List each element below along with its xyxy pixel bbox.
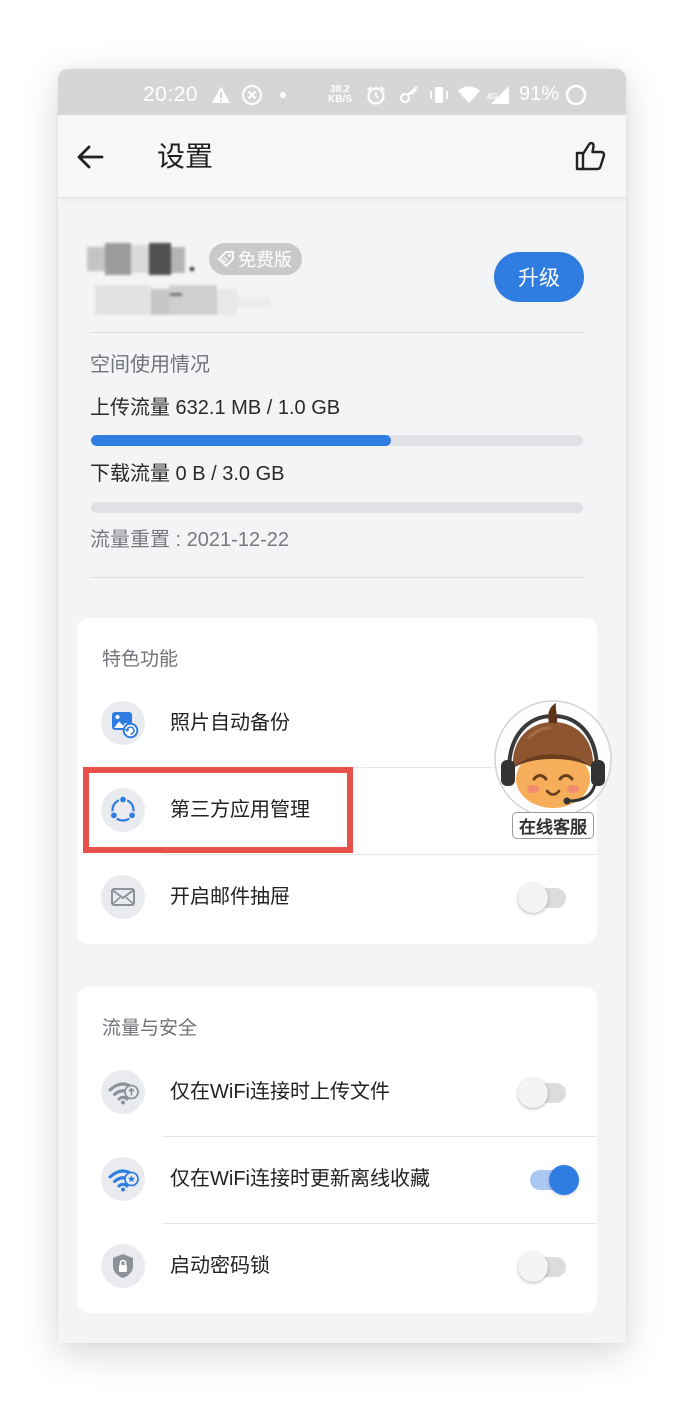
toggle-knob — [549, 1165, 579, 1195]
security-row-wifi-favorites[interactable]: 仅在WiFi连接时更新离线收藏 — [77, 1136, 597, 1223]
upload-progress-fill — [91, 435, 392, 446]
net-speed: 38.2 KB/S — [328, 69, 352, 115]
reset-date: 流量重置 : 2021-12-22 — [90, 529, 289, 551]
signal-wrap: 4G — [485, 84, 511, 106]
divider — [90, 332, 584, 333]
security-label: 仅在WiFi连接时更新离线收藏 — [170, 1168, 430, 1190]
redaction-block — [237, 297, 271, 307]
battery-percent: 91% — [519, 83, 560, 105]
status-bar: 20:20 38.2 KB/S 4G 91% — [58, 69, 626, 115]
tag-icon — [218, 251, 234, 267]
feature-label: 照片自动备份 — [170, 712, 290, 734]
status-time: 20:20 — [143, 82, 199, 106]
security-row-password-lock[interactable]: 启动密码锁 — [77, 1223, 597, 1310]
download-usage-label: 下载流量 0 B / 3.0 GB — [90, 463, 285, 485]
redaction-block — [149, 243, 171, 275]
net-speed-value: 38.2 — [330, 83, 350, 95]
key-icon — [398, 69, 420, 115]
redaction-block — [151, 289, 169, 315]
redaction-block — [170, 293, 182, 296]
password-lock-icon — [101, 1244, 145, 1288]
feature-row-mail-drawer[interactable]: 开启邮件抽屉 — [77, 854, 597, 941]
signal-icon: 4G — [485, 69, 511, 115]
toggle-knob — [518, 883, 548, 913]
redaction-block — [131, 245, 149, 273]
back-button[interactable] — [74, 141, 106, 173]
customer-service-mascot-icon — [494, 700, 612, 818]
wifi-favorites-toggle[interactable] — [518, 1164, 582, 1196]
feature-label: 第三方应用管理 — [170, 799, 310, 821]
thumbs-up-icon — [575, 141, 606, 171]
dot-icon — [280, 69, 286, 115]
upload-usage-label: 上传流量 632.1 MB / 1.0 GB — [90, 397, 341, 419]
upload-progress-bar — [91, 435, 583, 446]
redaction-block — [105, 243, 131, 275]
wifi-icon — [457, 69, 481, 115]
redaction-block — [171, 247, 185, 273]
redaction-block — [190, 267, 194, 271]
photo-backup-icon — [101, 701, 145, 745]
features-heading: 特色功能 — [102, 649, 179, 670]
third-party-apps-icon — [101, 788, 145, 832]
redaction-block — [87, 247, 105, 271]
warning-icon — [211, 69, 231, 115]
phone-screen: 20:20 38.2 KB/S 4G 91% 设置 免费版 升级 空间使用情况 … — [58, 69, 626, 1343]
network-type: 4G — [487, 91, 498, 101]
toggle-knob — [518, 1078, 548, 1108]
battery-ring-icon — [564, 69, 588, 115]
divider — [90, 577, 584, 578]
vibrate-icon — [428, 69, 450, 115]
wifi-upload-toggle[interactable] — [518, 1077, 582, 1109]
mail-icon — [101, 875, 145, 919]
plan-badge: 免费版 — [209, 243, 302, 275]
security-label: 仅在WiFi连接时上传文件 — [170, 1081, 390, 1103]
mail-drawer-toggle[interactable] — [518, 882, 582, 914]
like-button[interactable] — [572, 138, 608, 174]
alarm-icon — [365, 69, 387, 115]
dot-shape — [280, 91, 286, 98]
wifi-upload-icon — [101, 1070, 145, 1114]
close-circle-icon — [241, 69, 263, 115]
password-lock-toggle[interactable] — [518, 1251, 582, 1283]
wifi-favorite-icon — [101, 1157, 145, 1201]
download-progress-bar — [91, 502, 583, 513]
redaction-block — [217, 289, 237, 315]
toggle-knob — [518, 1252, 548, 1282]
online-support-label: 在线客服 — [512, 812, 594, 839]
security-card: 流量与安全 仅在WiFi连接时上传文件 仅在WiFi连接时更新离线收藏 启动密码… — [77, 987, 597, 1313]
online-support-button[interactable]: 在线客服 — [491, 698, 615, 840]
arrow-left-icon — [77, 145, 104, 169]
app-header: 设置 — [58, 115, 626, 198]
security-label: 启动密码锁 — [170, 1255, 270, 1277]
feature-label: 开启邮件抽屉 — [170, 886, 290, 908]
redaction-block — [95, 285, 151, 315]
redaction-block — [169, 285, 217, 315]
page-title: 设置 — [157, 141, 214, 172]
plan-badge-label: 免费版 — [238, 250, 292, 270]
upgrade-button[interactable]: 升级 — [494, 252, 584, 302]
security-heading: 流量与安全 — [102, 1018, 198, 1039]
security-row-wifi-upload[interactable]: 仅在WiFi连接时上传文件 — [77, 1049, 597, 1136]
net-speed-unit: KB/S — [328, 93, 352, 105]
usage-heading: 空间使用情况 — [90, 354, 210, 376]
